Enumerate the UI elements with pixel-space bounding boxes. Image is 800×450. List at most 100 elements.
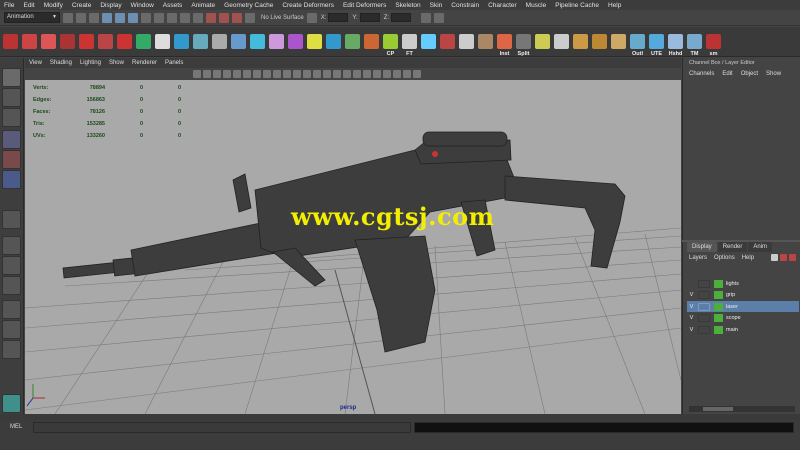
menu-item-pipeline-cache[interactable]: Pipeline Cache (555, 2, 599, 9)
textured-icon[interactable] (323, 70, 331, 78)
shelf-tool-21-icon[interactable]: CP (383, 34, 398, 56)
z-field[interactable] (391, 13, 412, 22)
layer-color-swatch[interactable] (714, 314, 723, 322)
shelf-tool-23-icon[interactable] (421, 34, 436, 49)
layer-display-type-toggle[interactable] (698, 314, 710, 322)
menu-item-edit[interactable]: Edit (23, 2, 34, 9)
viewport-menu-view[interactable]: View (29, 60, 42, 66)
menu-item-assets[interactable]: Assets (163, 2, 183, 9)
snap-plane-icon[interactable] (180, 12, 190, 23)
command-input[interactable] (33, 422, 411, 433)
shelf-tool-6-icon[interactable] (98, 34, 113, 49)
viewport-menu-lighting[interactable]: Lighting (80, 60, 101, 66)
shelf-tool-22-icon[interactable]: FT (402, 34, 417, 56)
shelf-tool-18-icon[interactable] (326, 34, 341, 49)
layer-color-swatch[interactable] (714, 325, 723, 334)
rotate-tool-icon[interactable] (2, 150, 21, 169)
shelf-tool-24-icon[interactable] (440, 34, 455, 49)
shelf-tool-14-icon[interactable] (250, 34, 265, 49)
menu-item-muscle[interactable]: Muscle (526, 2, 547, 9)
menu-item-constrain[interactable]: Constrain (451, 2, 479, 9)
menu-item-skin[interactable]: Skin (430, 2, 443, 9)
graph-layout-icon[interactable] (2, 320, 21, 339)
layer-color-swatch[interactable] (714, 279, 723, 288)
new-layer-from-selected-icon[interactable] (789, 254, 796, 261)
four-view-layout-icon[interactable] (2, 236, 21, 255)
lasso-tool-icon[interactable] (2, 88, 21, 107)
move-tool-icon[interactable] (2, 130, 21, 149)
new-layer-icon[interactable] (780, 254, 787, 261)
shelf-tool-13-icon[interactable] (231, 34, 246, 49)
shelf-tool-20-icon[interactable] (364, 34, 379, 49)
shelf-tool-2-icon[interactable] (22, 34, 37, 49)
field-chart-icon[interactable] (273, 70, 281, 78)
channel-box-toggle-icon[interactable] (421, 12, 432, 23)
layer-display-type-toggle[interactable] (698, 302, 710, 311)
layer-visibility-toggle[interactable]: V (687, 304, 696, 310)
layer-horizontal-scrollbar[interactable] (689, 406, 795, 412)
menu-item-animate[interactable]: Animate (191, 2, 215, 9)
shelf-tool-35-icon[interactable]: UTE (649, 34, 664, 56)
layer-display-type-toggle[interactable] (698, 279, 710, 288)
shelf-tool-3-icon[interactable] (41, 34, 56, 49)
snap-grid-icon[interactable] (141, 12, 151, 23)
shelf-tool-28-icon[interactable]: Split (516, 34, 531, 56)
grid-icon[interactable] (233, 70, 241, 78)
bookmarks-icon[interactable] (213, 70, 221, 78)
shelf-tool-16-icon[interactable] (288, 34, 303, 49)
layer-menu-options[interactable]: Options (714, 255, 735, 261)
menu-item-skeleton[interactable]: Skeleton (395, 2, 420, 9)
ipr-render-icon[interactable] (219, 12, 229, 23)
history-icon[interactable] (193, 12, 203, 23)
layer-display-type-toggle[interactable] (698, 325, 710, 334)
shelf-tool-29-icon[interactable] (535, 34, 550, 49)
layer-display-type-toggle[interactable] (698, 291, 710, 299)
menu-item-modify[interactable]: Modify (44, 2, 63, 9)
shelf-tool-8-icon[interactable] (136, 34, 151, 49)
transform-mode-icon[interactable] (306, 12, 317, 23)
high-quality-icon[interactable] (373, 70, 381, 78)
snap-point-icon[interactable] (167, 12, 177, 23)
shelf-tool-33-icon[interactable] (611, 34, 626, 49)
wireframe-icon[interactable] (303, 70, 311, 78)
gate-mask-icon[interactable] (263, 70, 271, 78)
shelf-tool-11-icon[interactable] (193, 34, 208, 49)
shelf-tool-25-icon[interactable] (459, 34, 474, 49)
paint-select-icon[interactable] (2, 108, 21, 127)
move-layer-up-icon[interactable] (771, 254, 778, 261)
new-scene-icon[interactable] (63, 12, 73, 23)
scale-tool-icon[interactable] (2, 170, 21, 189)
channel-box-menu-edit[interactable]: Edit (722, 71, 732, 77)
open-scene-icon[interactable] (76, 12, 86, 23)
menu-set-dropdown[interactable]: Animation ▼ (4, 12, 60, 23)
render-icon[interactable] (206, 12, 216, 23)
camera-attributes-icon[interactable] (203, 70, 211, 78)
menu-item-character[interactable]: Character (488, 2, 517, 9)
shelf-tool-31-icon[interactable] (573, 34, 588, 49)
tool-settings-icon[interactable] (2, 394, 21, 413)
channel-box-menu-channels[interactable]: Channels (689, 71, 714, 77)
safe-action-icon[interactable] (283, 70, 291, 78)
image-plane-icon[interactable] (223, 70, 231, 78)
camera-select-icon[interactable] (193, 70, 201, 78)
menu-item-file[interactable]: File (4, 2, 14, 9)
motion-blur-icon[interactable] (413, 70, 421, 78)
y-field[interactable] (359, 13, 380, 22)
menu-item-help[interactable]: Help (608, 2, 621, 9)
viewport-menu-show[interactable]: Show (109, 60, 124, 66)
attribute-editor-toggle-icon[interactable] (434, 12, 445, 23)
tab-anim[interactable]: Anim (748, 242, 773, 252)
shelf-tool-4-icon[interactable] (60, 34, 75, 49)
isolate-select-icon[interactable] (363, 70, 371, 78)
channel-box-menu-show[interactable]: Show (766, 71, 781, 77)
scrollbar-thumb[interactable] (703, 407, 733, 411)
shelf-tool-34-icon[interactable]: Outl (630, 34, 645, 56)
viewport-menu-renderer[interactable]: Renderer (132, 60, 157, 66)
render-settings-icon[interactable] (232, 12, 242, 23)
menu-item-create[interactable]: Create (72, 2, 92, 9)
persp-outliner-layout-icon[interactable] (2, 300, 21, 319)
shelf-tool-1-icon[interactable] (3, 34, 18, 49)
snap-curve-icon[interactable] (154, 12, 164, 23)
xray-icon[interactable] (353, 70, 361, 78)
select-hierarchy-icon[interactable] (102, 12, 112, 23)
